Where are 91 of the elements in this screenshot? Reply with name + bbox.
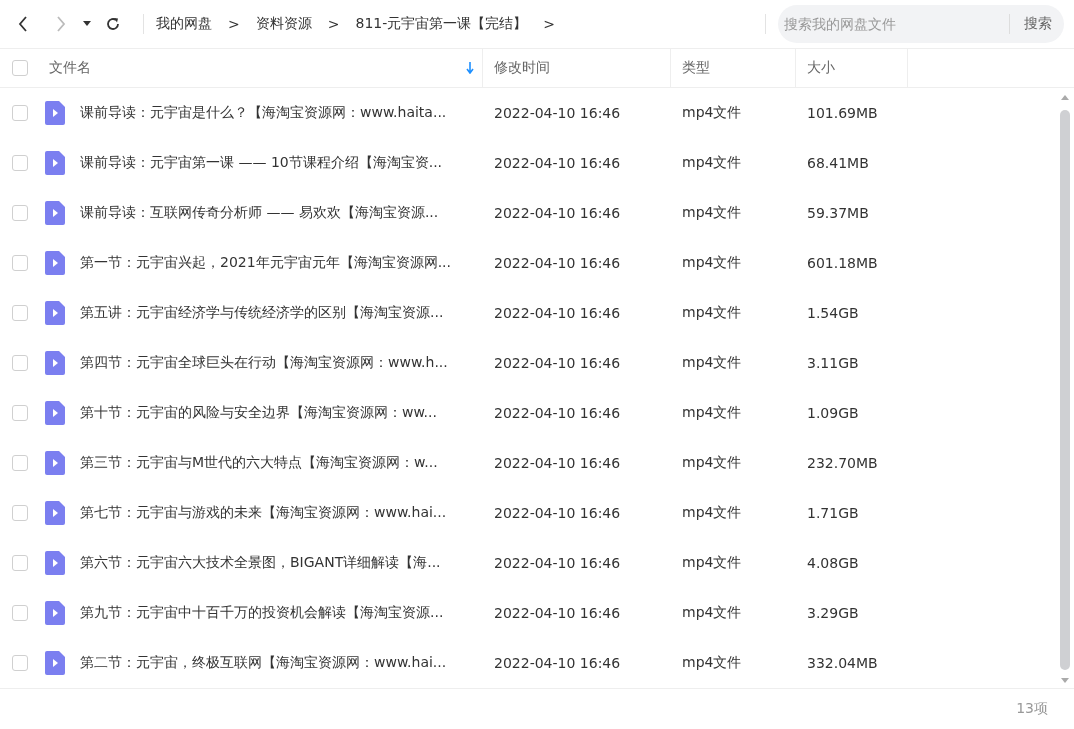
file-name[interactable]: 第九节：元宇宙中十百千万的投资机会解读【海淘宝资源...	[80, 604, 444, 622]
file-size: 3.29GB	[807, 605, 859, 621]
video-file-icon	[45, 401, 65, 425]
file-name[interactable]: 第一节：元宇宙兴起，2021年元宇宙元年【海淘宝资源网...	[80, 254, 451, 272]
modified-time: 2022-04-10 16:46	[494, 455, 621, 471]
file-name[interactable]: 第六节：元宇宙六大技术全景图，BIGANT详细解读【海...	[80, 554, 441, 572]
column-header[interactable]: 大小	[807, 59, 835, 77]
file-type: mp4文件	[682, 204, 742, 220]
file-type: mp4文件	[682, 504, 742, 520]
row-checkbox[interactable]	[12, 155, 28, 171]
modified-time: 2022-04-10 16:46	[494, 155, 621, 171]
file-size: 332.04MB	[807, 655, 878, 671]
video-file-icon	[45, 651, 65, 675]
modified-time: 2022-04-10 16:46	[494, 305, 621, 321]
breadcrumb-item[interactable]: 我的网盘	[156, 15, 212, 33]
file-size: 232.70MB	[807, 455, 878, 471]
file-type: mp4文件	[682, 554, 742, 570]
video-file-icon	[45, 551, 65, 575]
modified-time: 2022-04-10 16:46	[494, 405, 621, 421]
row-checkbox[interactable]	[12, 655, 28, 671]
breadcrumb-item[interactable]: 811-元宇宙第一课【完结】	[355, 15, 528, 33]
file-size: 59.37MB	[807, 205, 869, 221]
row-checkbox[interactable]	[12, 405, 28, 421]
video-file-icon	[45, 601, 65, 625]
file-size: 68.41MB	[807, 155, 869, 171]
file-size: 1.54GB	[807, 305, 859, 321]
file-name[interactable]: 课前导读：元宇宙是什么？【海淘宝资源网：www.haita...	[80, 104, 447, 122]
modified-time: 2022-04-10 16:46	[494, 505, 621, 521]
file-type: mp4文件	[682, 404, 742, 420]
video-file-icon	[45, 151, 65, 175]
file-type: mp4文件	[682, 154, 742, 170]
file-size: 1.71GB	[807, 505, 859, 521]
breadcrumb-separator: >	[543, 16, 555, 32]
file-name[interactable]: 课前导读：元宇宙第一课 —— 10节课程介绍【海淘宝资...	[80, 154, 443, 172]
file-size: 101.69MB	[807, 105, 878, 121]
file-name[interactable]: 第七节：元宇宙与游戏的未来【海淘宝资源网：www.hai...	[80, 504, 447, 522]
row-checkbox[interactable]	[12, 355, 28, 371]
modified-time: 2022-04-10 16:46	[494, 605, 621, 621]
dropdown-icon[interactable]	[83, 21, 91, 27]
row-checkbox[interactable]	[12, 555, 28, 571]
refresh-icon[interactable]	[105, 16, 121, 32]
video-file-icon	[45, 351, 65, 375]
file-type: mp4文件	[682, 654, 742, 670]
file-size: 601.18MB	[807, 255, 878, 271]
file-type: mp4文件	[682, 354, 742, 370]
modified-time: 2022-04-10 16:46	[494, 555, 621, 571]
back-icon[interactable]	[17, 16, 29, 32]
video-file-icon	[45, 101, 65, 125]
file-name[interactable]: 第四节：元宇宙全球巨头在行动【海淘宝资源网：www.h...	[80, 354, 448, 372]
modified-time: 2022-04-10 16:46	[494, 355, 621, 371]
forward-icon[interactable]	[55, 16, 67, 32]
sort-arrow-icon[interactable]	[466, 62, 474, 74]
search-button[interactable]: 搜索	[1020, 15, 1056, 33]
file-name[interactable]: 课前导读：互联网传奇分析师 —— 易欢欢【海淘宝资源...	[80, 204, 439, 222]
breadcrumb-separator: >	[228, 16, 240, 32]
file-type: mp4文件	[682, 604, 742, 620]
video-file-icon	[45, 451, 65, 475]
breadcrumb-item[interactable]: 资料资源	[255, 15, 312, 33]
search-field[interactable]: 搜索我的网盘文件 搜索	[778, 5, 1064, 43]
file-type: mp4文件	[682, 254, 742, 270]
column-header[interactable]: 修改时间	[494, 59, 550, 77]
video-file-icon	[45, 301, 65, 325]
breadcrumb-separator: >	[327, 16, 340, 32]
item-count: 13项	[1016, 700, 1048, 718]
file-name[interactable]: 第五讲：元宇宙经济学与传统经济学的区别【海淘宝资源...	[80, 304, 444, 322]
video-file-icon	[45, 501, 65, 525]
file-type: mp4文件	[682, 454, 742, 470]
row-checkbox[interactable]	[12, 205, 28, 221]
file-name[interactable]: 第三节：元宇宙与M世代的六大特点【海淘宝资源网：w...	[80, 454, 438, 472]
video-file-icon	[45, 251, 65, 275]
video-file-icon	[45, 201, 65, 225]
row-checkbox[interactable]	[12, 255, 28, 271]
row-checkbox[interactable]	[12, 605, 28, 621]
modified-time: 2022-04-10 16:46	[494, 205, 621, 221]
modified-time: 2022-04-10 16:46	[494, 655, 621, 671]
row-checkbox[interactable]	[12, 105, 28, 121]
modified-time: 2022-04-10 16:46	[494, 105, 621, 121]
file-name[interactable]: 第二节：元宇宙，终极互联网【海淘宝资源网：www.hai...	[80, 654, 447, 672]
row-checkbox[interactable]	[12, 455, 28, 471]
file-size: 1.09GB	[807, 405, 859, 421]
file-type: mp4文件	[682, 304, 742, 320]
file-size: 4.08GB	[807, 555, 859, 571]
row-checkbox[interactable]	[12, 505, 28, 521]
column-header[interactable]: 文件名	[49, 59, 91, 77]
row-checkbox[interactable]	[12, 305, 28, 321]
select-all-checkbox[interactable]	[12, 60, 28, 76]
column-header[interactable]: 类型	[682, 59, 710, 77]
file-type: mp4文件	[682, 104, 742, 120]
file-size: 3.11GB	[807, 355, 859, 371]
modified-time: 2022-04-10 16:46	[494, 255, 621, 271]
file-name[interactable]: 第十节：元宇宙的风险与安全边界【海淘宝资源网：ww...	[80, 404, 437, 422]
